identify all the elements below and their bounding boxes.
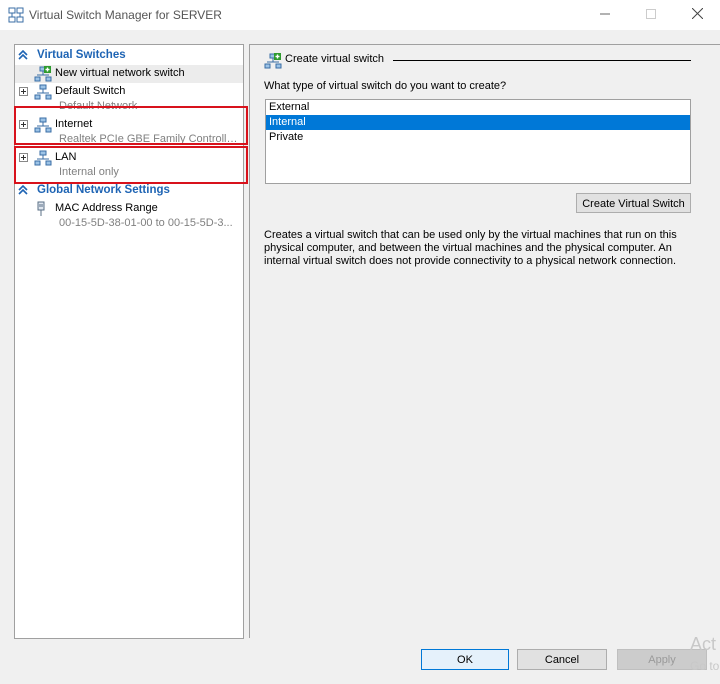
close-button[interactable] <box>674 0 720 30</box>
switch-name: Default Switch <box>55 85 126 97</box>
activation-watermark-sub: Go to <box>690 659 720 673</box>
ok-button[interactable]: OK <box>421 649 509 670</box>
global-network-settings-label: Global Network Settings <box>37 184 170 196</box>
mac-range-detail: 00-15-5D-38-01-00 to 00-15-5D-3... <box>59 217 233 229</box>
virtual-switches-header[interactable]: Virtual Switches <box>15 48 243 64</box>
virtual-switches-label: Virtual Switches <box>37 49 126 61</box>
collapse-chevron-icon <box>18 184 28 198</box>
new-switch-label: New virtual network switch <box>55 67 185 79</box>
expand-plus-icon[interactable] <box>19 87 28 96</box>
maximize-icon <box>646 8 656 22</box>
close-icon <box>691 7 703 22</box>
highlight-box-internet <box>14 106 248 145</box>
new-network-switch-icon <box>34 66 52 82</box>
switch-type-private[interactable]: Private <box>266 130 690 145</box>
mac-address-icon <box>35 201 53 217</box>
group-title-text: Create virtual switch <box>285 53 385 65</box>
create-virtual-switch-button[interactable]: Create Virtual Switch <box>576 193 691 213</box>
mac-range-name: MAC Address Range <box>55 202 158 214</box>
new-virtual-network-switch-item[interactable]: New virtual network switch <box>15 65 243 83</box>
collapse-chevron-icon <box>18 49 28 63</box>
switch-type-external[interactable]: External <box>266 100 690 115</box>
virtual-switch-manager-icon <box>8 7 24 23</box>
highlight-box-lan <box>14 146 248 184</box>
minimize-button[interactable] <box>582 0 628 30</box>
network-switch-icon <box>34 84 52 100</box>
activation-watermark: Act <box>690 634 717 654</box>
global-network-settings-header[interactable]: Global Network Settings <box>15 183 243 199</box>
switch-type-question: What type of virtual switch do you want … <box>264 80 507 92</box>
minimize-icon <box>600 9 610 22</box>
window-title: Virtual Switch Manager for SERVER <box>29 8 222 22</box>
maximize-button[interactable] <box>628 0 674 30</box>
new-network-switch-icon <box>264 53 282 69</box>
switch-type-internal[interactable]: Internal <box>266 115 690 130</box>
switch-type-description: Creates a virtual switch that can be use… <box>264 229 677 267</box>
mac-address-range-item[interactable]: MAC Address Range 00-15-5D-38-01-00 to 0… <box>15 200 243 232</box>
cancel-button[interactable]: Cancel <box>517 649 607 670</box>
group-title-divider <box>393 60 691 61</box>
title-bar: Virtual Switch Manager for SERVER <box>0 0 720 30</box>
switch-type-listbox[interactable]: External Internal Private <box>265 99 691 184</box>
